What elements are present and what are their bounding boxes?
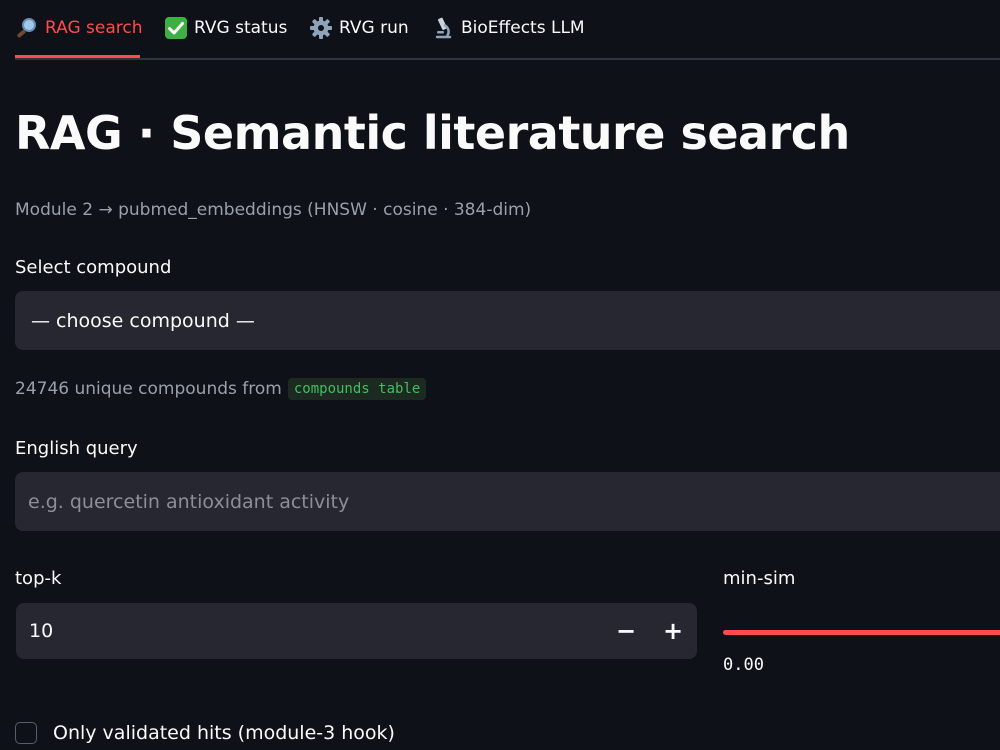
min-sim-slider[interactable]	[723, 630, 1000, 635]
min-sim-label: min-sim	[723, 568, 796, 589]
tab-bioeffects-llm[interactable]: BioEffects LLM	[431, 0, 587, 56]
compound-helper-text: 24746 unique compounds from compounds ta…	[15, 378, 427, 400]
microscope-icon	[431, 16, 455, 40]
tab-rvg-status[interactable]: RVG status	[164, 0, 288, 56]
page-caption: Module 2 → pubmed_embeddings (HNSW · cos…	[15, 200, 532, 220]
top-k-increment-button[interactable]: +	[653, 611, 693, 651]
compound-select-label: Select compound	[15, 257, 172, 278]
check-mark-icon	[164, 16, 188, 40]
compound-select-value: — choose compound —	[31, 309, 255, 332]
validated-only-label: Only validated hits (module-3 hook)	[53, 722, 395, 744]
app-page: RAG search RVG status RVG run BioEffects…	[0, 0, 1000, 750]
validated-only-checkbox-row[interactable]: Only validated hits (module-3 hook)	[15, 722, 395, 744]
query-label: English query	[15, 438, 138, 459]
compound-count-text: 24746 unique compounds from	[15, 379, 282, 399]
top-k-value[interactable]: 10	[29, 603, 53, 659]
top-k-label: top-k	[15, 568, 62, 589]
tab-label: RVG run	[339, 18, 409, 38]
magnifier-icon	[15, 16, 39, 40]
top-k-decrement-button[interactable]: −	[606, 611, 646, 651]
tab-label: RAG search	[45, 18, 143, 38]
min-sim-value: 0.00	[723, 655, 764, 675]
query-input[interactable]	[15, 472, 1000, 531]
top-k-stepper[interactable]: 10 − +	[16, 603, 697, 659]
page-title: RAG · Semantic literature search	[15, 106, 850, 160]
tab-rvg-run[interactable]: RVG run	[309, 0, 409, 56]
tab-rag-search[interactable]: RAG search	[15, 0, 143, 58]
gear-icon	[309, 16, 333, 40]
tab-label: RVG status	[194, 18, 288, 38]
tab-bar: RAG search RVG status RVG run BioEffects…	[15, 0, 1000, 60]
compound-select[interactable]: — choose compound —	[15, 291, 1000, 350]
compounds-table-code: compounds table	[287, 378, 427, 400]
tab-label: BioEffects LLM	[461, 18, 585, 38]
validated-only-checkbox[interactable]	[15, 722, 37, 744]
